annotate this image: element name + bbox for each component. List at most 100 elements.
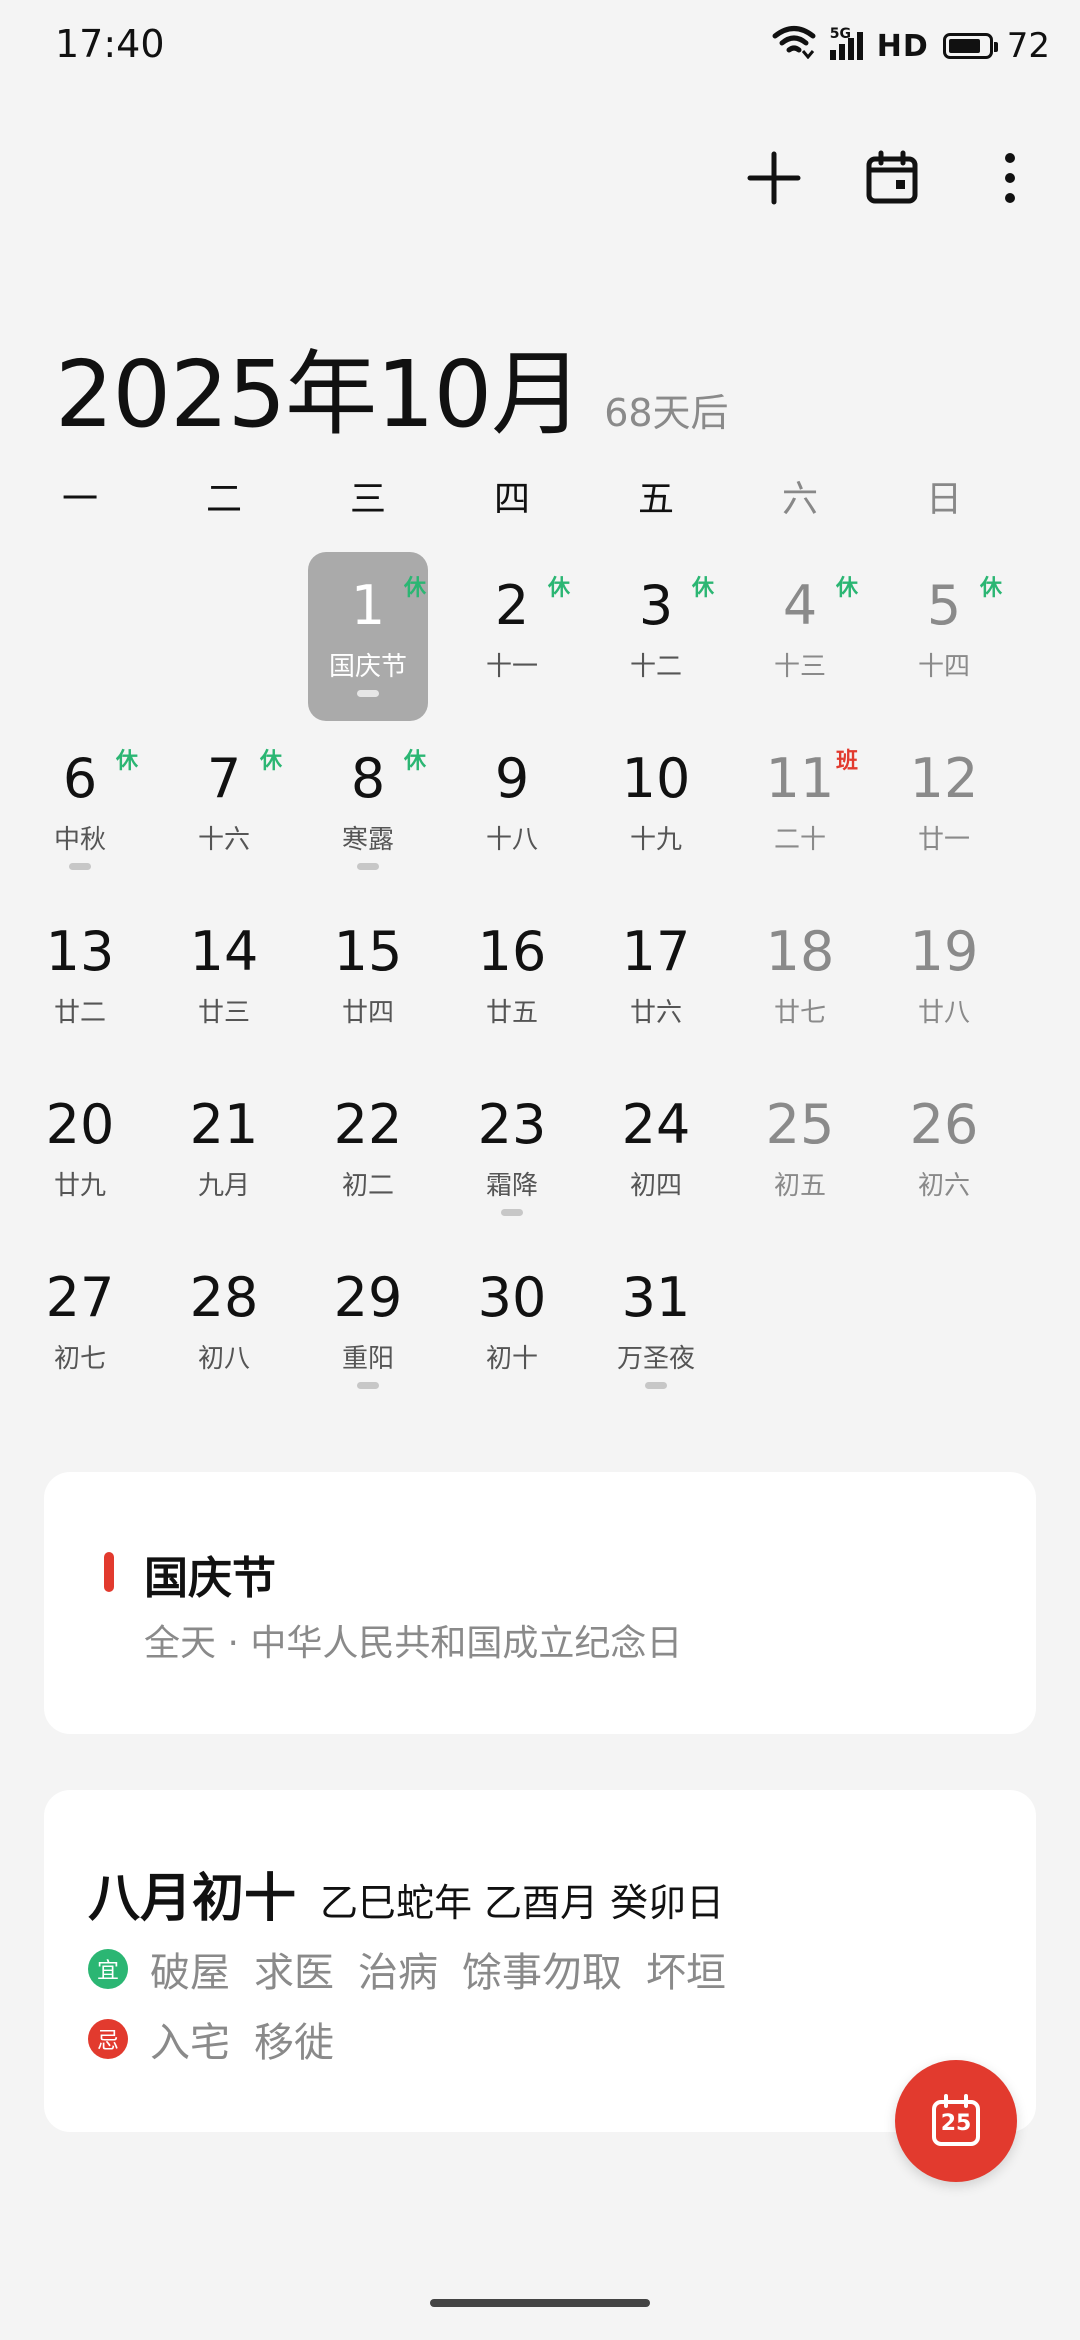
lunar-day-label: 廿八 (917, 998, 970, 1028)
weekday-tue: 二 (205, 479, 242, 520)
cellular-signal-icon: 5G (829, 26, 863, 60)
almanac-card[interactable]: 八月初十 乙巳蛇年 乙酉月 癸卯日 宜 破屋 求医 治病 馀事勿取 坏垣 忌 入宅 移徙 (44, 1790, 1036, 2132)
day-cell[interactable]: 17 廿六 (584, 894, 728, 1067)
almanac-header: 八月初十 乙巳蛇年 乙酉月 癸卯日 (88, 1856, 724, 1931)
lunar-day-label: 十八 (485, 825, 538, 855)
day-cell[interactable]: 5 十四休 (872, 548, 1016, 721)
lunar-date: 八月初十 (88, 1869, 297, 1929)
lunar-day-label: 廿七 (773, 998, 826, 1028)
day-cell[interactable]: 1 国庆节休 (296, 548, 440, 721)
week-row: 1 国庆节休 2 十一休 3 十二休 4 十三休 5 十四休 (8, 548, 1072, 721)
event-indicator (501, 1209, 523, 1216)
day-cell[interactable]: 25 初五 (728, 1067, 872, 1240)
add-event-button[interactable] (734, 140, 814, 220)
day-number: 19 (909, 920, 979, 983)
day-cell[interactable]: 23 霜降 (440, 1067, 584, 1240)
day-number: 31 (621, 1266, 691, 1329)
more-options-button[interactable] (970, 140, 1050, 220)
day-cell[interactable]: 24 初四 (584, 1067, 728, 1240)
almanac-item: 馀事勿取 (462, 1950, 622, 1996)
almanac-item: 求医 (254, 1950, 334, 1996)
today-button[interactable]: 25 (895, 2060, 1017, 2182)
week-row: 27 初七 28 初八 29 重阳 30 初十 31 万圣夜 (8, 1240, 1072, 1413)
day-number: 16 (477, 920, 547, 983)
lunar-day-label: 廿五 (485, 998, 538, 1028)
lunar-day-label: 重阳 (341, 1344, 394, 1374)
weekday-thu: 四 (493, 479, 530, 520)
wifi-icon (772, 25, 816, 68)
day-cell[interactable]: 2 十一休 (440, 548, 584, 721)
event-card[interactable]: 国庆节 全天 · 中华人民共和国成立纪念日 (44, 1472, 1036, 1734)
almanac-yi-row: 宜 破屋 求医 治病 馀事勿取 坏垣 (88, 1940, 726, 1998)
day-cell[interactable]: 29 重阳 (296, 1240, 440, 1413)
day-cell[interactable]: 28 初八 (152, 1240, 296, 1413)
empty-cell (152, 548, 296, 721)
day-number: 15 (333, 920, 403, 983)
day-cell[interactable]: 19 廿八 (872, 894, 1016, 1067)
day-number: 26 (909, 1093, 979, 1156)
almanac-item: 入宅 (150, 2020, 230, 2066)
holiday-badge: 休 (835, 576, 858, 601)
day-cell[interactable]: 13 廿二 (8, 894, 152, 1067)
lunar-day-label: 十四 (917, 652, 970, 682)
lunar-day-label: 十六 (197, 825, 250, 855)
event-indicator (357, 690, 379, 697)
day-cell[interactable]: 6 中秋休 (8, 721, 152, 894)
almanac-item: 坏垣 (646, 1950, 726, 1996)
day-cell[interactable]: 26 初六 (872, 1067, 1016, 1240)
lunar-day-label: 廿九 (53, 1171, 106, 1201)
home-indicator[interactable] (430, 2299, 650, 2307)
lunar-day-label: 十二 (629, 652, 682, 682)
day-cell[interactable]: 22 初二 (296, 1067, 440, 1240)
day-cell[interactable]: 27 初七 (8, 1240, 152, 1413)
empty-cell (728, 1240, 872, 1413)
day-number: 14 (189, 920, 259, 983)
day-cell[interactable]: 20 廿九 (8, 1067, 152, 1240)
yi-icon: 宜 (88, 1949, 128, 1989)
plus-icon (746, 150, 802, 210)
empty-cell (872, 1240, 1016, 1413)
day-number: 24 (621, 1093, 691, 1156)
day-number: 9 (494, 747, 530, 810)
day-cell[interactable]: 9 十八 (440, 721, 584, 894)
day-cell[interactable]: 21 九月 (152, 1067, 296, 1240)
network-type: 5G (829, 26, 851, 42)
holiday-badge: 休 (403, 576, 426, 601)
day-cell[interactable]: 3 十二休 (584, 548, 728, 721)
lunar-day-label: 廿一 (917, 825, 970, 855)
holiday-badge: 休 (979, 576, 1002, 601)
day-cell[interactable]: 12 廿一 (872, 721, 1016, 894)
lunar-day-label: 国庆节 (328, 652, 407, 682)
battery-level: 72 (1006, 26, 1050, 66)
day-cell[interactable]: 16 廿五 (440, 894, 584, 1067)
weekday-header: 一 二 三 四 五 六 日 (8, 470, 1072, 522)
day-number: 21 (189, 1093, 259, 1156)
status-time: 17:40 (55, 22, 165, 66)
day-cell[interactable]: 4 十三休 (728, 548, 872, 721)
lunar-day-label: 廿三 (197, 998, 250, 1028)
day-cell[interactable]: 18 廿七 (728, 894, 872, 1067)
day-cell[interactable]: 10 十九 (584, 721, 728, 894)
workday-badge: 班 (835, 749, 858, 774)
day-cell[interactable]: 15 廿四 (296, 894, 440, 1067)
lunar-day-label: 初八 (197, 1344, 250, 1374)
day-number: 30 (477, 1266, 547, 1329)
battery-icon (942, 33, 998, 59)
ji-icon: 忌 (88, 2019, 128, 2059)
month-title[interactable]: 2025年10月 (55, 320, 583, 453)
day-cell[interactable]: 8 寒露休 (296, 721, 440, 894)
day-cell[interactable]: 11 二十班 (728, 721, 872, 894)
lunar-day-label: 初十 (485, 1344, 538, 1374)
calendar-view-button[interactable] (852, 140, 932, 220)
day-cell[interactable]: 14 廿三 (152, 894, 296, 1067)
weekday-fri: 五 (637, 479, 674, 520)
day-cell[interactable]: 31 万圣夜 (584, 1240, 728, 1413)
ganzhi-date: 乙巳蛇年 乙酉月 癸卯日 (320, 1881, 725, 1925)
almanac-item: 移徙 (254, 2020, 334, 2066)
day-number: 13 (45, 920, 115, 983)
month-header: 2025年10月 68天后 (55, 320, 729, 453)
day-cell[interactable]: 7 十六休 (152, 721, 296, 894)
lunar-day-label: 初五 (773, 1171, 826, 1201)
toolbar (734, 140, 1050, 220)
day-cell[interactable]: 30 初十 (440, 1240, 584, 1413)
